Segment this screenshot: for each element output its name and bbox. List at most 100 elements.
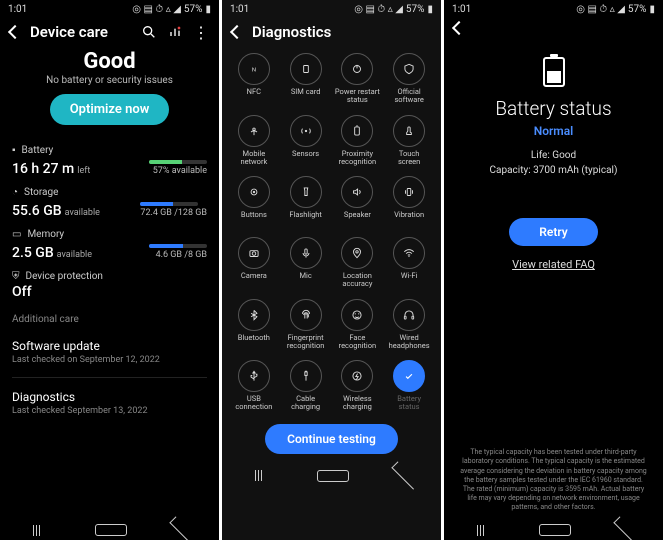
face-label: Face recognition [339,334,377,351]
battery-life: Life: Good [531,148,576,163]
diag-sim[interactable]: SIM card [280,51,332,107]
protection-value: Off [12,284,207,300]
nav-recents[interactable] [22,525,52,536]
memory-row[interactable]: ▭Memory 2.5 GBavailable 4.6 GB /8 GB [12,229,207,261]
status-battery-pct: 57% [628,4,647,15]
diag-wireless-chg[interactable]: Wireless charging [332,358,384,414]
status-bar: 1:01 ◎ ▤ ⏱ ▵ ◢ 57% ▮ [222,0,441,17]
nav-back[interactable] [390,470,420,481]
diag-buttons[interactable]: Buttons [228,174,280,229]
vibration-label: Vibration [394,211,424,227]
usb-icon [238,360,270,392]
power-restart-icon [341,53,373,85]
battery-status-value: Normal [534,124,574,138]
memory-value: 2.5 GB [12,245,54,261]
memory-icon: ▭ [12,229,21,240]
status-subtitle: No battery or security issues [10,75,209,86]
diag-official-sw[interactable]: Official software [383,51,435,107]
bluetooth-icon [238,299,270,331]
usb-label: USB connection [235,395,272,412]
software-update-row[interactable]: Software update Last checked on Septembe… [12,331,207,373]
nav-home[interactable] [95,524,125,536]
storage-row[interactable]: ◔Storage 55.6 GBavailable 72.4 GB /128 G… [12,187,207,219]
additional-care-title: Additional care [12,314,207,325]
battery-status-screen: 1:01 ◎ ▤ ⏱ ▵ ◢ 57% ▮ Battery status Norm… [444,0,663,540]
sensors-icon [290,115,322,147]
diag-location[interactable]: Location accuracy [332,235,384,291]
status-icons: ◎ ▤ ⏱ ▵ ◢ [576,4,625,15]
nfc-label: NFC [247,88,261,104]
mic-icon [290,237,322,269]
status-bar: 1:01 ◎ ▤ ⏱ ▵ ◢ 57% ▮ [0,0,219,17]
buttons-label: Buttons [241,211,267,227]
battery-icon: ▮ [205,4,211,15]
diag-flashlight[interactable]: Flashlight [280,174,332,229]
location-label: Location accuracy [342,272,372,289]
diag-nfc[interactable]: N NFC [228,51,280,107]
fingerprint-icon [290,299,322,331]
mobile-net-label: Mobile network [240,150,267,167]
diag-vibration[interactable]: Vibration [383,174,435,229]
nav-home[interactable] [317,470,347,482]
speaker-label: Speaker [344,211,371,227]
diag-battery-status[interactable]: Battery status [383,358,435,414]
status-battery-pct: 57% [184,4,203,15]
status-icons: ◎ ▤ ⏱ ▵ ◢ [354,4,403,15]
more-icon[interactable]: ⋮ [193,24,209,40]
nfc-icon: N [238,53,270,85]
battery-icon: ▪ [12,145,16,156]
back-icon[interactable] [452,21,466,35]
nav-bar [0,518,219,540]
status-bar: 1:01 ◎ ▤ ⏱ ▵ ◢ 57% ▮ [444,0,663,17]
diag-fingerprint[interactable]: Fingerprint recognition [280,297,332,353]
status-time: 1:01 [8,4,27,15]
svg-text:N: N [252,67,256,73]
diag-mic[interactable]: Mic [280,235,332,291]
sim-label: SIM card [291,88,321,104]
location-icon [341,237,373,269]
nav-recents[interactable] [244,470,274,481]
retry-button[interactable]: Retry [509,218,598,246]
back-icon[interactable] [230,25,244,39]
wifi-icon [393,237,425,269]
diag-mobile-net[interactable]: Mobile network [228,113,280,169]
battery-row[interactable]: ▪Battery 16 h 27 mleft 57% available [12,145,207,177]
camera-label: Camera [241,272,267,288]
diag-speaker[interactable]: Speaker [332,174,384,229]
diag-bluetooth[interactable]: Bluetooth [228,297,280,353]
diag-wifi[interactable]: Wi-Fi [383,235,435,291]
diag-headphones[interactable]: Wired headphones [383,297,435,353]
diag-touch[interactable]: Touch screen [383,113,435,169]
search-icon[interactable] [141,24,157,40]
proximity-icon [341,115,373,147]
diag-usb[interactable]: USB connection [228,358,280,414]
memory-bar [149,244,207,248]
protection-row[interactable]: ⛨Device protection Off [12,271,207,300]
battery-value: 16 h 27 m [12,161,74,177]
official-sw-icon [393,53,425,85]
faq-link[interactable]: View related FAQ [512,258,595,271]
battery-icon: ▮ [649,4,655,15]
diag-power-restart[interactable]: Power restart status [332,51,384,107]
continue-testing-button[interactable]: Continue testing [265,424,398,454]
nav-back[interactable] [168,525,198,536]
page-title: Battery status [495,97,611,120]
stats-icon[interactable] [167,24,183,40]
battery-large-icon [543,57,565,87]
diagnostics-row[interactable]: Diagnostics Last checked September 13, 2… [12,382,207,424]
nav-home[interactable] [539,524,569,536]
storage-bar [140,202,198,206]
nav-back[interactable] [612,525,642,536]
back-icon[interactable] [8,25,22,39]
diag-camera[interactable]: Camera [228,235,280,291]
diag-sensors[interactable]: Sensors [280,113,332,169]
nav-bar [222,464,441,486]
diag-proximity[interactable]: Proximity recognition [332,113,384,169]
nav-recents[interactable] [466,525,496,536]
cable-chg-icon [290,360,322,392]
diag-face[interactable]: Face recognition [332,297,384,353]
optimize-button[interactable]: Optimize now [50,94,170,125]
wifi-label: Wi-Fi [401,272,418,288]
speaker-icon [341,176,373,208]
diag-cable-chg[interactable]: Cable charging [280,358,332,414]
